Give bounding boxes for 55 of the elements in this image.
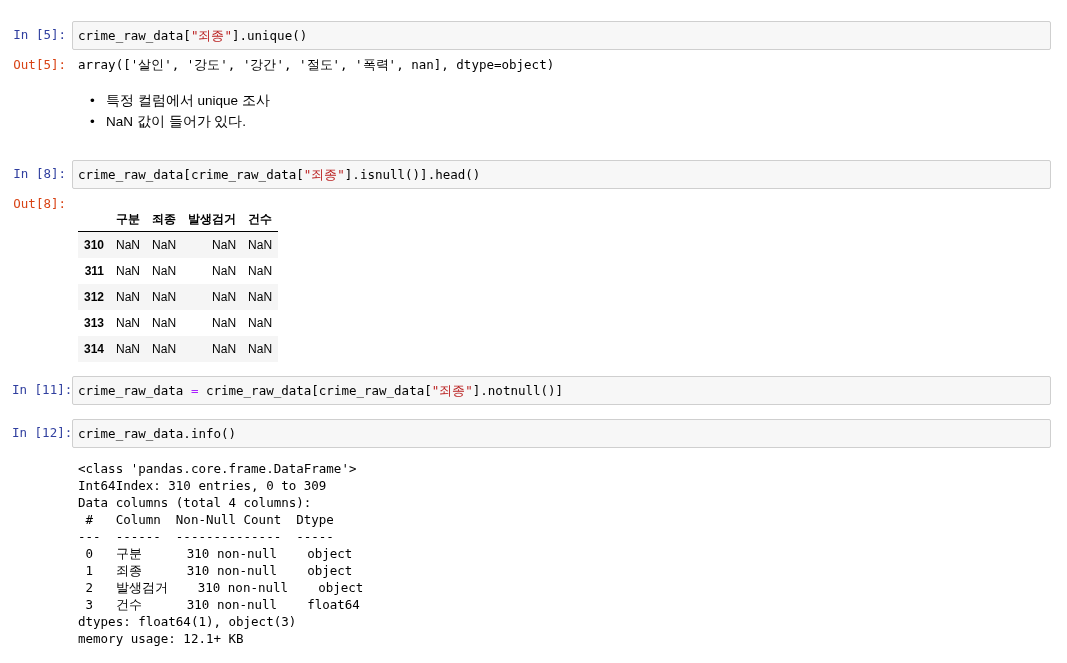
row-index: 313 xyxy=(78,310,111,336)
table-cell: NaN xyxy=(242,231,279,258)
output-text: 3 건수 310 non-null float64 xyxy=(84,596,361,613)
output-text: # Column Non-Null Count Dtype xyxy=(84,511,335,528)
bullet-marker: • xyxy=(90,113,96,131)
row-index: 312 xyxy=(78,284,111,310)
output-text: <class 'pandas.core.frame.DataFrame'> xyxy=(78,460,358,477)
table-cell: NaN xyxy=(242,284,279,310)
row-index: 314 xyxy=(78,336,111,362)
output-text: 0 구분 310 non-null object xyxy=(84,545,354,562)
bullet-text: NaN 값이 들어가 있다. xyxy=(106,113,246,131)
column-header: 죄종 xyxy=(146,207,183,232)
output-text: dtypes: float64(1), object(3) xyxy=(78,613,298,630)
input-prompt: In [12]: xyxy=(12,424,72,442)
table-cell: NaN xyxy=(146,310,183,336)
table-cell: NaN xyxy=(146,231,183,258)
table-cell: NaN xyxy=(146,258,183,284)
table-cell: NaN xyxy=(182,336,243,362)
output-text: 1 죄종 310 non-null object xyxy=(84,562,354,579)
output-text: array(['살인', '강도', '강간', '절도', '폭력', nan], dtype=object) xyxy=(78,56,555,74)
table-cell: NaN xyxy=(182,258,243,284)
table-cell: NaN xyxy=(146,336,183,362)
output-prompt: Out[5]: xyxy=(13,56,67,74)
table-cell: NaN xyxy=(182,310,243,336)
table-cell: NaN xyxy=(110,310,147,336)
table-cell: NaN xyxy=(182,284,243,310)
code-input[interactable]: crime_raw_data[crime_raw_data["죄종"].isnull()].head() xyxy=(72,160,1051,189)
bullet-marker: • xyxy=(90,92,96,110)
code-input[interactable]: crime_raw_data = crime_raw_data[crime_raw_data["죄종"].notnull()] xyxy=(72,376,1051,405)
output-text: --- ------ -------------- ----- xyxy=(78,528,335,545)
table-cell: NaN xyxy=(242,258,279,284)
table-cell: NaN xyxy=(110,258,147,284)
column-header: 발생검거 xyxy=(182,207,243,232)
table-cell: NaN xyxy=(182,231,243,258)
column-header: 건수 xyxy=(242,207,279,232)
code-input[interactable]: crime_raw_data["죄종"].unique() xyxy=(72,21,1051,50)
table-cell: NaN xyxy=(110,284,147,310)
output-text: Int64Index: 310 entries, 0 to 309 xyxy=(78,477,328,494)
table-cell: NaN xyxy=(242,310,279,336)
input-prompt: In [11]: xyxy=(12,381,72,399)
output-text: Data columns (total 4 columns): xyxy=(78,494,313,511)
code-input[interactable]: crime_raw_data.info() xyxy=(72,419,1051,448)
input-prompt: In [5]: xyxy=(12,26,67,44)
column-header: 구분 xyxy=(110,207,147,232)
table-cell: NaN xyxy=(110,231,147,258)
output-text: memory usage: 12.1+ KB xyxy=(78,630,245,647)
input-prompt: In [8]: xyxy=(12,165,67,183)
row-index: 311 xyxy=(78,258,111,284)
output-text: 2 발생검거 310 non-null object xyxy=(84,579,364,596)
bullet-text: 특정 컬럼에서 unique 조사 xyxy=(106,92,270,110)
table-cell: NaN xyxy=(242,336,279,362)
table-cell: NaN xyxy=(146,284,183,310)
table-cell: NaN xyxy=(110,336,147,362)
output-prompt: Out[8]: xyxy=(13,195,67,213)
row-index: 310 xyxy=(78,231,111,258)
